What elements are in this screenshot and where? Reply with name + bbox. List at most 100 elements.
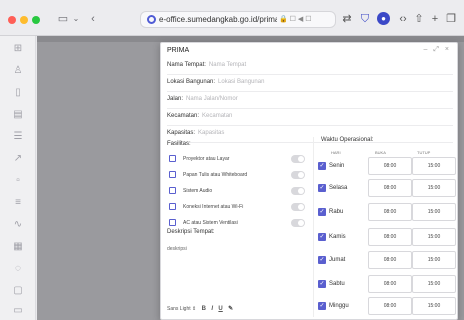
italic-button[interactable]: I: [211, 306, 213, 312]
day-name: Kamis: [329, 234, 346, 240]
field-placeholder: Lokasi Bangunan: [218, 79, 265, 85]
back-icon[interactable]: ‹: [88, 12, 98, 26]
day-checkbox[interactable]: ✓: [318, 184, 326, 192]
field-placeholder: Nama Tempat: [208, 62, 247, 68]
deskripsi-title: Deskripsi Tempat:: [167, 229, 215, 235]
shield-icon[interactable]: ⛉: [358, 12, 372, 26]
field-label: Jalan:: [167, 96, 184, 102]
menu-icon[interactable]: ≡: [10, 196, 26, 210]
tabs-overview-icon[interactable]: ❐: [444, 12, 458, 26]
waktu-title: Waktu Operasional:: [321, 137, 374, 143]
facility-item: Sistem Audio: [167, 185, 305, 197]
modal-title: PRIMA: [167, 47, 190, 54]
facility-toggle[interactable]: [291, 203, 305, 211]
address-bar[interactable]: e-office.sumedangkab.go.id/prima/listin …: [140, 11, 336, 28]
day-checkbox[interactable]: ✓: [318, 256, 326, 264]
user-icon[interactable]: ♙: [10, 64, 26, 78]
file-icon[interactable]: ▫: [10, 174, 26, 188]
day-checkbox[interactable]: ✓: [318, 233, 326, 241]
bold-button[interactable]: B: [202, 306, 206, 312]
open-time-input[interactable]: 08:00: [368, 179, 412, 197]
link-button[interactable]: ✎: [228, 306, 233, 312]
open-time-input[interactable]: 08:00: [368, 251, 412, 269]
field-lokasi-bangunan[interactable]: Lokasi Bangunan: Lokasi Bangunan: [167, 76, 453, 92]
day-checkbox[interactable]: ✓: [318, 208, 326, 216]
underline-button[interactable]: U: [218, 306, 222, 312]
facility-item: Koneksi Internet atau Wi-Fi: [167, 201, 305, 213]
facility-label: Proyektor atau Layar: [183, 156, 230, 162]
chevron-down-icon[interactable]: ⌄: [72, 12, 80, 26]
layout-icon[interactable]: ▤: [10, 108, 26, 122]
font-select-chevron-icon[interactable]: ⇕: [192, 306, 196, 312]
share-icon[interactable]: ⇧: [412, 12, 426, 26]
code-icon[interactable]: ‹›: [396, 12, 410, 26]
day-checkbox[interactable]: ✓: [318, 302, 326, 310]
field-jalan[interactable]: Jalan: Nama Jalan/Nomor: [167, 93, 453, 109]
arrow-icon[interactable]: ↗: [10, 152, 26, 166]
modal-window-controls[interactable]: – ⤢ ×: [424, 46, 451, 54]
header-hari: HARI: [331, 150, 341, 155]
zoom-window-button[interactable]: [32, 16, 40, 24]
close-time-input[interactable]: 15:00: [412, 297, 456, 315]
facility-label: Sistem Audio: [183, 188, 213, 194]
day-row: ✓ Jumat 08:00 15:00: [318, 251, 456, 271]
field-kapasitas[interactable]: Kapasitas: Kapasitas: [167, 127, 453, 143]
chart-icon[interactable]: ∿: [10, 218, 26, 232]
open-time-input[interactable]: 08:00: [368, 228, 412, 246]
field-kecamatan[interactable]: Kecamatan: Kecamatan: [167, 110, 453, 126]
close-time-input[interactable]: 15:00: [412, 203, 456, 221]
field-label: Kapasitas:: [167, 130, 196, 136]
left-sidebar: ⊞ ♙ ▯ ▤ ☰ ↗ ▫ ≡ ∿ ▦ ◌ ▢ ▭: [0, 36, 36, 320]
day-name: Rabu: [329, 209, 344, 215]
settings-icon[interactable]: ◌: [10, 262, 26, 276]
close-window-button[interactable]: [8, 16, 16, 24]
field-placeholder: Nama Jalan/Nomor: [186, 96, 238, 102]
open-time-input[interactable]: 08:00: [368, 297, 412, 315]
close-time-input[interactable]: 15:00: [412, 179, 456, 197]
facility-toggle[interactable]: [291, 155, 305, 163]
day-checkbox[interactable]: ✓: [318, 162, 326, 170]
day-checkbox[interactable]: ✓: [318, 280, 326, 288]
font-select[interactable]: Sans Light: [167, 306, 191, 312]
facility-item: Proyektor atau Layar: [167, 153, 305, 165]
close-time-input[interactable]: 15:00: [412, 251, 456, 269]
minimize-window-button[interactable]: [20, 16, 28, 24]
facility-label: AC atau Sistem Ventilasi: [183, 220, 238, 226]
translate-icon[interactable]: ⇄: [340, 12, 354, 26]
field-underline: [167, 125, 453, 126]
calendar-icon[interactable]: ▦: [10, 240, 26, 254]
ac-icon: [169, 219, 176, 226]
facility-item: AC atau Sistem Ventilasi: [167, 217, 305, 229]
header-buka: BUKA: [375, 150, 386, 155]
description-editor[interactable]: deskripsi: [167, 246, 187, 252]
close-time-input[interactable]: 15:00: [412, 157, 456, 175]
archive-icon[interactable]: ▢: [10, 284, 26, 298]
list-icon[interactable]: ☰: [10, 130, 26, 144]
open-time-input[interactable]: 08:00: [368, 203, 412, 221]
document-icon[interactable]: ▯: [10, 86, 26, 100]
field-nama-tempat[interactable]: Nama Tempat: Nama Tempat: [167, 59, 453, 75]
field-label: Lokasi Bangunan:: [167, 79, 216, 85]
facility-label: Papan Tulis atau Whiteboard: [183, 172, 248, 178]
grid-icon[interactable]: ⊞: [10, 42, 26, 56]
prima-modal: PRIMA – ⤢ × Nama Tempat: Nama Tempat Loka…: [160, 42, 458, 320]
folder-icon[interactable]: ▭: [10, 304, 26, 318]
close-time-input[interactable]: 15:00: [412, 275, 456, 293]
field-underline: [167, 142, 453, 143]
fasilitas-title: Fasilitas:: [167, 141, 191, 147]
field-label: Nama Tempat:: [167, 62, 206, 68]
header-tutup: TUTUP: [417, 150, 431, 155]
day-name: Jumat: [329, 257, 346, 263]
facility-toggle[interactable]: [291, 219, 305, 227]
open-time-input[interactable]: 08:00: [368, 275, 412, 293]
sidebar-toggle-icon[interactable]: ▭: [56, 12, 70, 26]
open-time-input[interactable]: 08:00: [368, 157, 412, 175]
wifi-icon: [169, 203, 176, 210]
facility-toggle[interactable]: [291, 171, 305, 179]
day-row: ✓ Minggu 08:00 15:00: [318, 297, 456, 317]
new-tab-icon[interactable]: +: [428, 12, 442, 26]
facility-item: Papan Tulis atau Whiteboard: [167, 169, 305, 181]
profile-avatar-icon[interactable]: ●: [377, 12, 390, 25]
facility-toggle[interactable]: [291, 187, 305, 195]
close-time-input[interactable]: 15:00: [412, 228, 456, 246]
